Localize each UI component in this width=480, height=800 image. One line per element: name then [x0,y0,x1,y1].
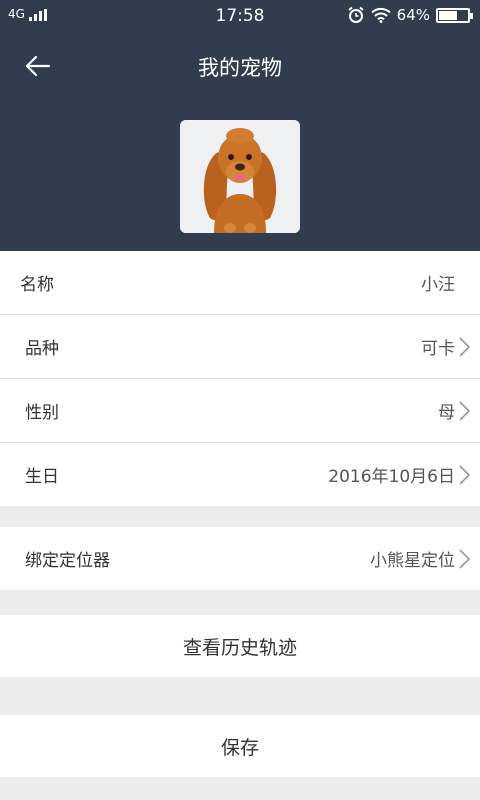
wifi-icon [370,7,391,23]
chevron-right-icon [459,464,471,485]
row-birthday[interactable]: 生日 2016年10月6日 [0,443,480,506]
header-bar: 4G 17:58 64% 我的宠物 [0,0,480,251]
row-value: 母 [438,403,455,423]
row-value: 2016年10月6日 [328,467,455,487]
alarm-clock-icon [348,6,364,23]
status-bar: 4G 17:58 64% [0,0,480,32]
row-value: 小汪 [421,275,455,295]
chevron-right-icon [459,400,471,421]
dog-photo [180,120,300,233]
chevron-right-icon [459,336,471,357]
view-history-button[interactable]: 查看历史轨迹 [0,615,480,677]
chevron-right-icon [459,548,471,569]
row-label: 生日 [25,467,59,487]
page-title: 我的宠物 [198,56,282,80]
row-gender[interactable]: 性别 母 [0,379,480,442]
save-button[interactable]: 保存 [0,715,480,777]
battery-icon [436,7,473,23]
row-value: 可卡 [421,339,455,359]
row-value: 小熊星定位 [370,551,455,571]
row-label: 性别 [25,403,59,423]
battery-percent: 64% [396,6,430,24]
row-bind-device[interactable]: 绑定定位器 小熊星定位 [0,527,480,590]
pet-avatar[interactable] [180,120,300,233]
row-label: 绑定定位器 [25,551,110,571]
row-breed[interactable]: 品种 可卡 [0,315,480,378]
row-label: 名称 [20,275,54,295]
row-name[interactable]: 名称 小汪 [0,251,480,314]
row-label: 品种 [25,339,59,359]
